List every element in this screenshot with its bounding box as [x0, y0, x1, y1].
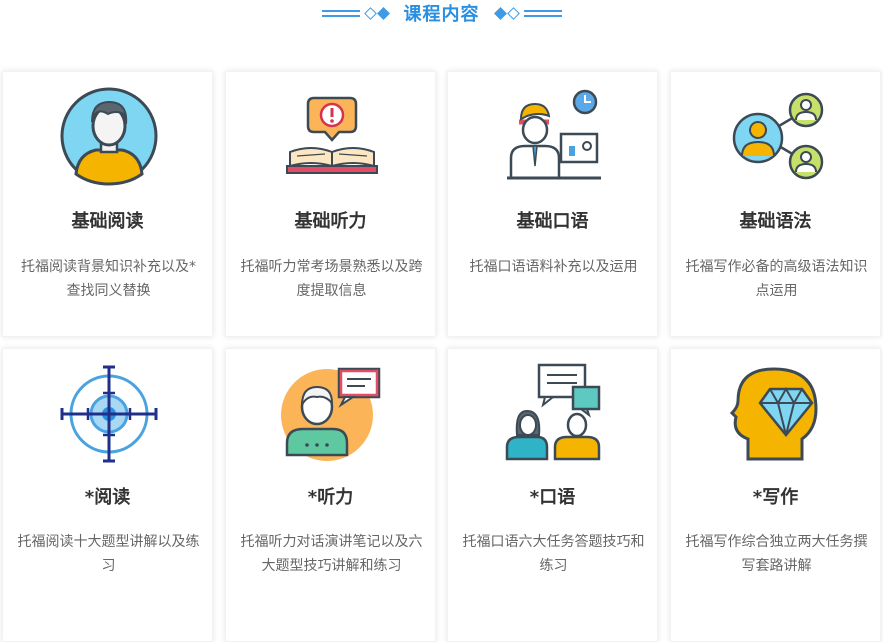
card-description: 托福阅读十大题型讲解以及练习: [17, 534, 200, 574]
card-title: *阅读: [84, 487, 131, 508]
course-card-basic-speaking[interactable]: 基础口语 托福口语语料补充以及运用: [447, 71, 658, 337]
student-avatar-icon: [60, 87, 158, 186]
person-speech-bubble-icon: [281, 367, 381, 461]
header-decoration-right: [490, 6, 562, 20]
card-title: *口语: [529, 487, 576, 508]
book-alert-icon: [286, 96, 378, 174]
course-card-listening[interactable]: *听力 托福听力对话演讲笔记以及六大题型技巧讲解和练习: [225, 348, 436, 642]
course-card-basic-reading[interactable]: 基础阅读 托福阅读背景知识补充以及*查找同义替换: [2, 71, 213, 337]
course-card-basic-listening[interactable]: 基础听力 托福听力常考场景熟悉以及跨度提取信息: [225, 71, 436, 337]
course-card-writing[interactable]: *写作 托福写作综合独立两大任务撰写套路讲解: [670, 348, 881, 642]
card-description: 托福听力对话演讲笔记以及六大题型技巧讲解和练习: [240, 534, 423, 574]
header-decoration-left: [321, 6, 394, 20]
target-crosshair-icon: [60, 365, 158, 463]
people-network-icon: [732, 92, 824, 180]
diamond-head-icon: [729, 367, 818, 461]
card-title: 基础听力: [294, 211, 367, 232]
course-card-speaking[interactable]: *口语 托福口语六大任务答题技巧和练习: [447, 348, 658, 642]
card-description: 托福写作综合独立两大任务撰写套路讲解: [685, 534, 868, 574]
course-card-basic-grammar[interactable]: 基础语法 托福写作必备的高级语法知识点运用: [670, 71, 881, 337]
card-title: 基础阅读: [71, 211, 144, 232]
card-description: 托福写作必备的高级语法知识点运用: [685, 259, 868, 299]
card-title: 基础语法: [739, 211, 812, 232]
card-title: *听力: [307, 487, 354, 508]
card-title: 基础口语: [516, 211, 589, 232]
section-title: 课程内容: [403, 4, 480, 25]
card-title: *写作: [752, 487, 799, 508]
card-description: 托福阅读背景知识补充以及*查找同义替换: [21, 259, 196, 299]
card-description: 托福口语语料补充以及运用: [469, 259, 638, 275]
conversation-icon: [505, 363, 601, 461]
card-description: 托福口语六大任务答题技巧和练习: [462, 534, 645, 574]
section-header: 课程内容: [0, 0, 883, 26]
course-grid: 基础阅读 托福阅读背景知识补充以及*查找同义替换 基础听力 托福听力常考场景熟悉…: [2, 71, 883, 642]
course-card-reading[interactable]: *阅读 托福阅读十大题型讲解以及练习: [2, 348, 213, 642]
card-description: 托福听力常考场景熟悉以及跨度提取信息: [240, 259, 423, 299]
speaker-at-desk-icon: [507, 89, 601, 180]
